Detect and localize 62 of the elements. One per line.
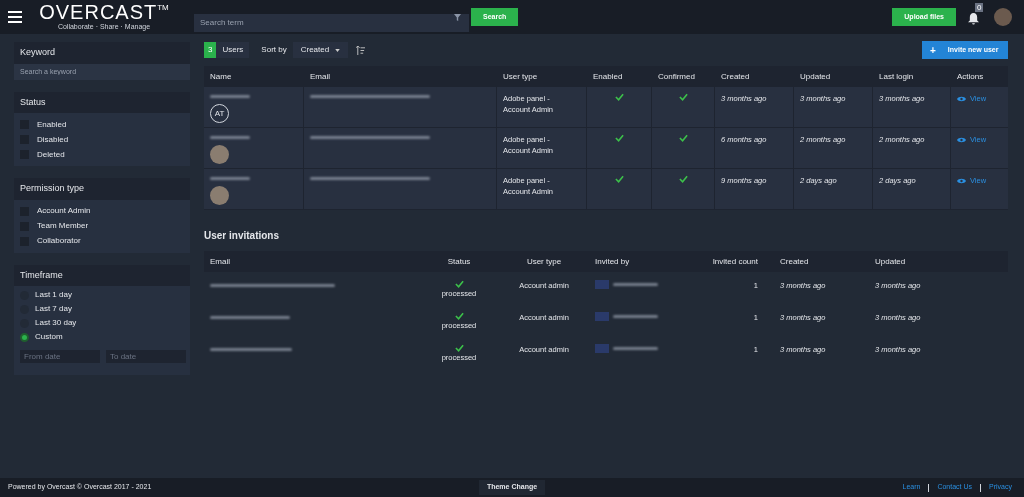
filter-checkbox[interactable]: Disabled xyxy=(14,132,190,147)
timeframe-radio[interactable]: Last 30 day xyxy=(14,316,190,330)
filter-title: Status xyxy=(14,91,190,113)
notification-badge: 0 xyxy=(975,3,984,12)
redacted-text xyxy=(613,283,658,286)
filter-checkbox[interactable]: Deleted xyxy=(14,147,190,162)
filter-checkbox[interactable]: Account Admin xyxy=(14,203,190,219)
bell-icon[interactable] xyxy=(968,13,979,25)
column-header: Email xyxy=(209,255,231,268)
redacted-text xyxy=(210,177,250,180)
column-header: User type xyxy=(502,70,539,83)
to-date-field[interactable]: To date xyxy=(106,350,186,363)
column-header: Created xyxy=(779,255,810,268)
timeframe-radio[interactable]: Last 1 day xyxy=(14,288,190,302)
eye-icon xyxy=(957,177,966,184)
column-header: Invited count xyxy=(711,255,759,268)
filter-title: Timeframe xyxy=(14,264,190,286)
radio-button[interactable] xyxy=(20,332,29,342)
column-header: User type xyxy=(525,255,563,268)
redacted-text xyxy=(210,95,250,98)
section-title: User invitations xyxy=(204,229,281,243)
filter-checkbox[interactable]: Collaborator xyxy=(14,233,190,249)
filter-title: Keyword xyxy=(14,42,190,64)
column-header: Email xyxy=(309,70,331,83)
eye-icon xyxy=(957,136,966,143)
users-label: Users xyxy=(216,42,250,58)
avatar xyxy=(210,186,229,205)
column-header: Name xyxy=(209,70,233,83)
user-count: 3 xyxy=(204,42,217,58)
timeframe-radio[interactable]: Custom xyxy=(14,330,190,344)
filter-title: Permission type xyxy=(14,178,190,200)
column-header: Actions xyxy=(956,70,985,83)
logo-text: OVERCAST xyxy=(39,1,158,22)
redacted-text xyxy=(613,315,658,318)
column-header: Confirmed xyxy=(657,70,696,83)
menu-icon[interactable] xyxy=(8,11,22,23)
inviter-avatar xyxy=(595,280,609,289)
column-header: Updated xyxy=(799,70,832,83)
column-header: Status xyxy=(446,255,472,268)
inviter-avatar xyxy=(595,344,609,353)
avatar xyxy=(210,145,229,164)
inviter-avatar xyxy=(595,312,609,321)
eye-icon xyxy=(957,95,966,102)
from-date-field[interactable]: From date xyxy=(20,350,100,363)
caret-icon xyxy=(335,48,341,52)
column-header: Enabled xyxy=(592,70,624,83)
filter-checkbox[interactable]: Team Member xyxy=(14,218,190,234)
redacted-text xyxy=(613,347,658,350)
sort-label: Sort by xyxy=(261,44,287,56)
timeframe-radio[interactable]: Last 7 day xyxy=(14,302,190,316)
sort-dropdown[interactable]: Created xyxy=(292,42,349,58)
column-header: Last login xyxy=(878,70,915,83)
redacted-text xyxy=(210,136,250,139)
avatar[interactable] xyxy=(994,8,1012,26)
search-field[interactable]: Search term xyxy=(194,13,469,32)
sort-order-icon[interactable] xyxy=(356,45,366,55)
trademark: TM xyxy=(157,1,169,12)
filter-checkbox[interactable]: Enabled xyxy=(14,117,190,132)
column-header: Created xyxy=(720,70,751,83)
column-header: Updated xyxy=(874,255,907,268)
column-header: Invited by xyxy=(594,255,631,268)
filter-icon[interactable] xyxy=(454,13,461,21)
